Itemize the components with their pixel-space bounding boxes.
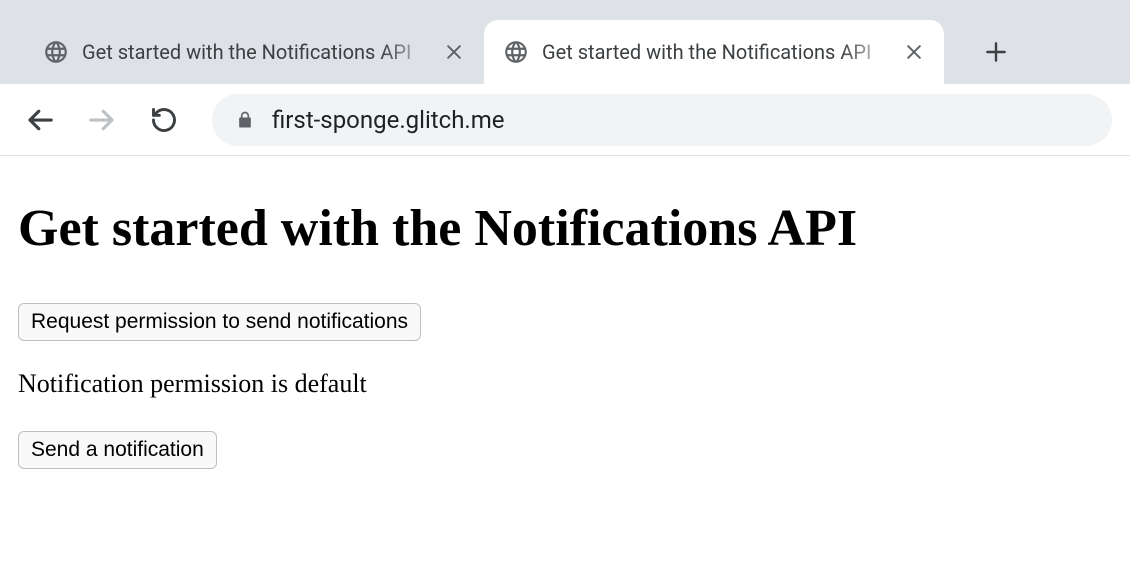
- back-button[interactable]: [18, 98, 62, 142]
- permission-status-text: Notification permission is default: [18, 369, 1112, 399]
- tab-strip: Get started with the Notifications API G…: [0, 0, 1130, 84]
- globe-icon: [42, 38, 70, 66]
- browser-toolbar: first-sponge.glitch.me: [0, 84, 1130, 156]
- close-icon[interactable]: [902, 40, 926, 64]
- globe-icon: [502, 38, 530, 66]
- page-heading: Get started with the Notifications API: [18, 200, 1112, 257]
- address-bar[interactable]: first-sponge.glitch.me: [212, 94, 1112, 146]
- reload-button[interactable]: [142, 98, 186, 142]
- send-notification-button[interactable]: Send a notification: [18, 431, 217, 469]
- page-content: Get started with the Notifications API R…: [0, 156, 1130, 493]
- url-text: first-sponge.glitch.me: [272, 106, 505, 134]
- close-icon[interactable]: [442, 40, 466, 64]
- browser-tab-0[interactable]: Get started with the Notifications API: [24, 20, 484, 84]
- lock-icon: [234, 109, 256, 131]
- forward-button[interactable]: [80, 98, 124, 142]
- request-permission-button[interactable]: Request permission to send notifications: [18, 303, 421, 341]
- new-tab-button[interactable]: [968, 24, 1024, 80]
- browser-tab-1[interactable]: Get started with the Notifications API: [484, 20, 944, 84]
- tab-title: Get started with the Notifications API: [82, 40, 434, 64]
- tab-title: Get started with the Notifications API: [542, 40, 894, 64]
